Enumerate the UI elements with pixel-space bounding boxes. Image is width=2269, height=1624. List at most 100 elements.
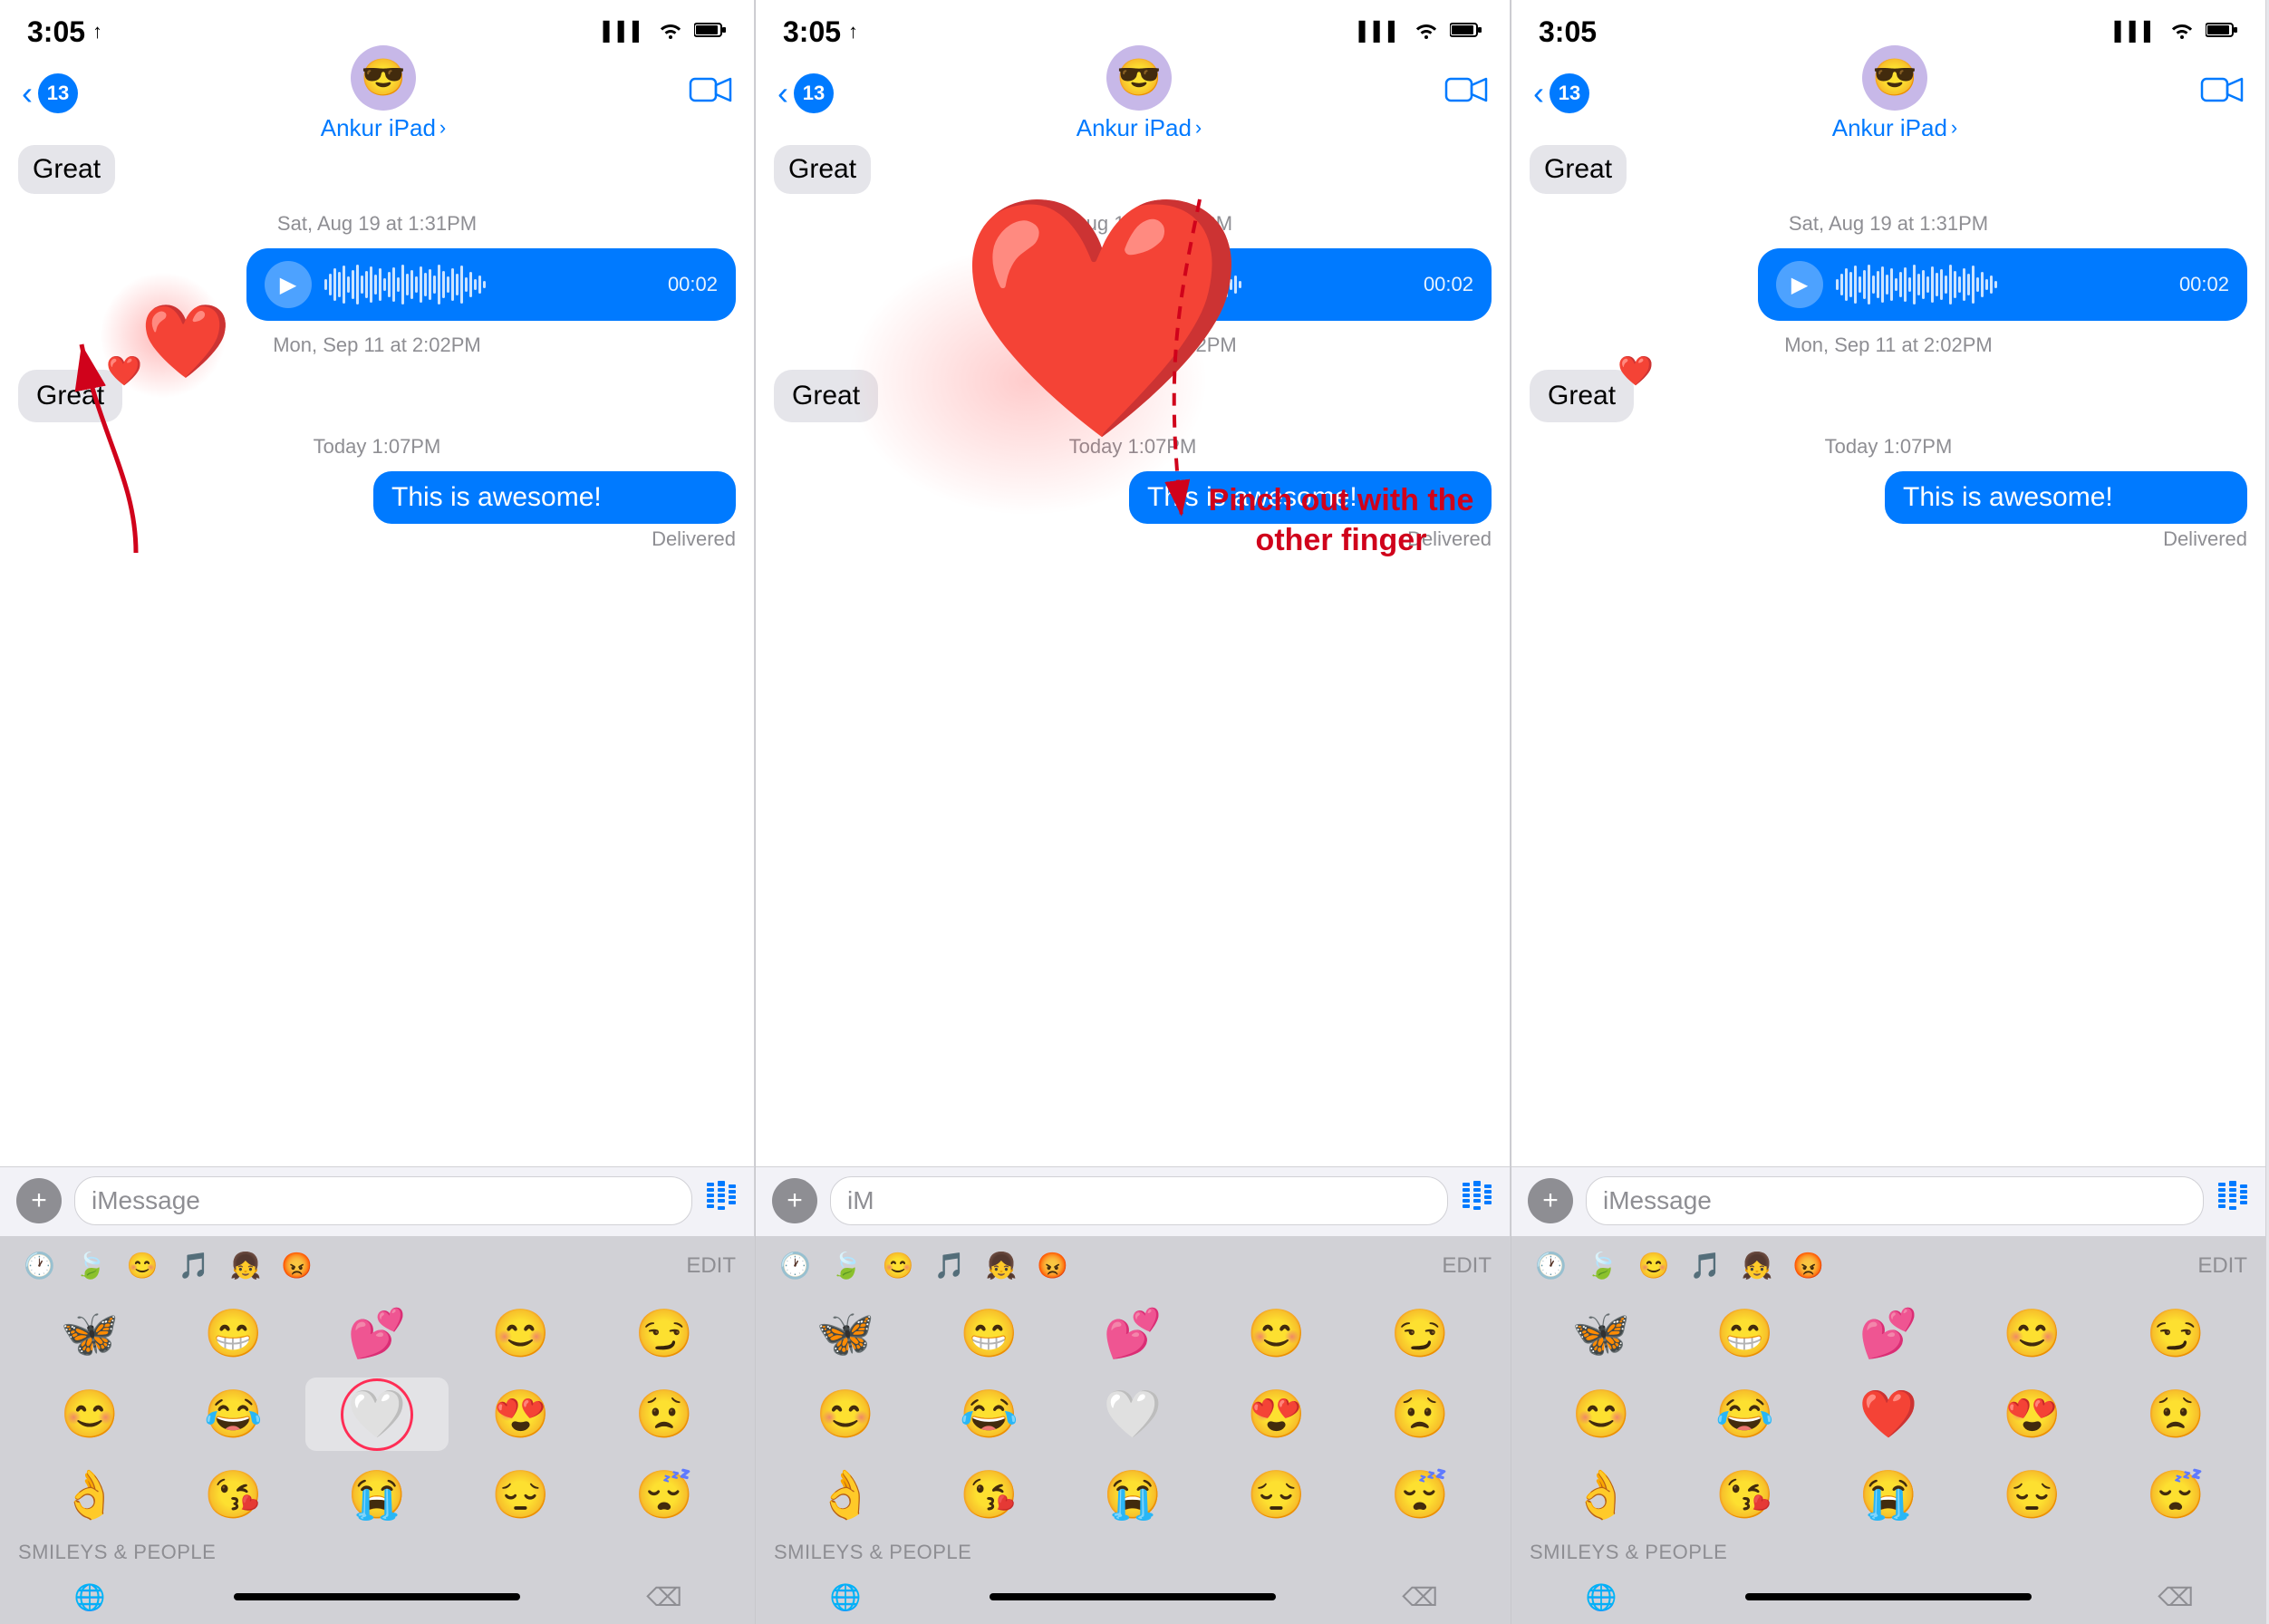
emoji-butterfly-3[interactable]: 🦋: [1530, 1297, 1673, 1370]
emoji-smile-3[interactable]: 😊: [1960, 1297, 2103, 1370]
message-input-2[interactable]: iM: [830, 1176, 1448, 1225]
emoji-kiss-2[interactable]: 😘: [917, 1458, 1060, 1532]
kb-delete-3[interactable]: ⌫: [2104, 1582, 2247, 1612]
kb-globe-1[interactable]: 🌐: [18, 1582, 161, 1612]
emoji-red-heart-3[interactable]: ❤️: [1817, 1378, 1960, 1451]
emoji-ok-3[interactable]: 👌: [1530, 1458, 1673, 1532]
emoji-worried-1[interactable]: 😟: [593, 1378, 736, 1451]
video-call-button-3[interactable]: [2200, 73, 2244, 114]
emoji-hearts-2[interactable]: 💕: [1061, 1297, 1204, 1370]
audio-bubble-1[interactable]: ▶ 00:02: [246, 248, 736, 321]
emoji-worried-3[interactable]: 😟: [2104, 1378, 2247, 1451]
emoji-slight-smile-1[interactable]: 😊: [18, 1378, 161, 1451]
emoji-ok-2[interactable]: 👌: [774, 1458, 917, 1532]
mic-button-2[interactable]: [1461, 1181, 1493, 1221]
back-chevron-1: ‹: [22, 74, 33, 112]
emoji-grin-2[interactable]: 😁: [917, 1297, 1060, 1370]
kb-globe-3[interactable]: 🌐: [1530, 1582, 1673, 1612]
kb-delete-1[interactable]: ⌫: [593, 1582, 736, 1612]
location-arrow-2: ↑: [848, 20, 858, 44]
emoji-grin-1[interactable]: 😁: [161, 1297, 304, 1370]
back-chevron-2: ‹: [777, 74, 788, 112]
mic-button-3[interactable]: [2216, 1181, 2249, 1221]
emoji-tab-smileys-1[interactable]: 😊: [121, 1245, 164, 1286]
emoji-ok-1[interactable]: 👌: [18, 1458, 161, 1532]
edit-button-3[interactable]: EDIT: [2197, 1253, 2247, 1279]
emoji-smile-1[interactable]: 😊: [449, 1297, 592, 1370]
emoji-cry-3[interactable]: 😭: [1817, 1458, 1960, 1532]
emoji-tab-nature-3[interactable]: 🍃: [1581, 1245, 1624, 1286]
emoji-tab-music-3[interactable]: 🎵: [1685, 1245, 1727, 1286]
plus-button-3[interactable]: +: [1528, 1178, 1573, 1223]
emoji-smile-2[interactable]: 😊: [1204, 1297, 1347, 1370]
phone-panel-3: 3:05 ▌▌▌ ‹ 13 😎 Ankur iPad ›: [1511, 0, 2266, 1624]
message-input-1[interactable]: iMessage: [74, 1176, 692, 1225]
status-icons-1: ▌▌▌: [603, 21, 727, 44]
emoji-tab-smileys-2[interactable]: 😊: [877, 1245, 920, 1286]
emoji-kiss-1[interactable]: 😘: [161, 1458, 304, 1532]
emoji-laugh-3[interactable]: 😂: [1673, 1378, 1816, 1451]
back-button-1[interactable]: ‹ 13: [22, 73, 78, 113]
plus-button-2[interactable]: +: [772, 1178, 817, 1223]
mic-button-1[interactable]: [705, 1181, 738, 1221]
emoji-sleep-3[interactable]: 😴: [2104, 1458, 2247, 1532]
play-button-1[interactable]: ▶: [265, 261, 312, 308]
emoji-tab-recent-1[interactable]: 🕐: [18, 1245, 61, 1286]
message-input-3[interactable]: iMessage: [1586, 1176, 2204, 1225]
emoji-heart-eyes-1[interactable]: 😍: [449, 1378, 592, 1451]
emoji-tab-angry-2[interactable]: 😡: [1031, 1245, 1074, 1286]
emoji-worried-2[interactable]: 😟: [1348, 1378, 1492, 1451]
emoji-smirk-1[interactable]: 😏: [593, 1297, 736, 1370]
waveform-1: [324, 265, 655, 304]
audio-bubble-3[interactable]: ▶ 00:02: [1758, 248, 2247, 321]
emoji-tab-recent-3[interactable]: 🕐: [1530, 1245, 1572, 1286]
emoji-tab-people-3[interactable]: 👧: [1736, 1245, 1779, 1286]
emoji-cry-1[interactable]: 😭: [305, 1458, 449, 1532]
emoji-heart-eyes-2[interactable]: 😍: [1204, 1378, 1347, 1451]
emoji-tab-angry-1[interactable]: 😡: [275, 1245, 318, 1286]
back-button-3[interactable]: ‹ 13: [1533, 73, 1589, 113]
emoji-kiss-3[interactable]: 😘: [1673, 1458, 1816, 1532]
emoji-tab-nature-1[interactable]: 🍃: [70, 1245, 112, 1286]
emoji-laugh-1[interactable]: 😂: [161, 1378, 304, 1451]
emoji-pensive-1[interactable]: 😔: [449, 1458, 592, 1532]
edit-button-1[interactable]: EDIT: [686, 1253, 736, 1279]
emoji-grin-3[interactable]: 😁: [1673, 1297, 1816, 1370]
emoji-white-heart-2[interactable]: 🤍: [1061, 1378, 1204, 1451]
emoji-tab-music-2[interactable]: 🎵: [929, 1245, 971, 1286]
emoji-pensive-2[interactable]: 😔: [1204, 1458, 1347, 1532]
emoji-sleep-1[interactable]: 😴: [593, 1458, 736, 1532]
emoji-hearts-3[interactable]: 💕: [1817, 1297, 1960, 1370]
video-call-button-1[interactable]: [689, 73, 732, 114]
emoji-hearts-1[interactable]: 💕: [305, 1297, 449, 1370]
emoji-cry-2[interactable]: 😭: [1061, 1458, 1204, 1532]
emoji-laugh-2[interactable]: 😂: [917, 1378, 1060, 1451]
emoji-tab-people-1[interactable]: 👧: [225, 1245, 267, 1286]
emoji-slight-smile-2[interactable]: 😊: [774, 1378, 917, 1451]
emoji-butterfly-2[interactable]: 🦋: [774, 1297, 917, 1370]
emoji-tab-angry-3[interactable]: 😡: [1787, 1245, 1830, 1286]
emoji-tab-nature-2[interactable]: 🍃: [826, 1245, 868, 1286]
annotation-dashed-arrow-2: [1109, 181, 1290, 544]
plus-button-1[interactable]: +: [16, 1178, 62, 1223]
emoji-smirk-2[interactable]: 😏: [1348, 1297, 1492, 1370]
video-call-button-2[interactable]: [1444, 73, 1488, 114]
emoji-white-heart-1[interactable]: 🤍: [305, 1378, 449, 1451]
emoji-tab-music-1[interactable]: 🎵: [173, 1245, 216, 1286]
time-display-3: 3:05: [1539, 15, 1597, 49]
emoji-butterfly-1[interactable]: 🦋: [18, 1297, 161, 1370]
emoji-tab-people-2[interactable]: 👧: [980, 1245, 1023, 1286]
kb-globe-2[interactable]: 🌐: [774, 1582, 917, 1612]
emoji-smirk-3[interactable]: 😏: [2104, 1297, 2247, 1370]
emoji-tab-recent-2[interactable]: 🕐: [774, 1245, 816, 1286]
input-area-1: + iMessage: [0, 1166, 754, 1236]
emoji-slight-smile-3[interactable]: 😊: [1530, 1378, 1673, 1451]
kb-delete-2[interactable]: ⌫: [1348, 1582, 1492, 1612]
back-button-2[interactable]: ‹ 13: [777, 73, 834, 113]
edit-button-2[interactable]: EDIT: [1442, 1253, 1492, 1279]
play-button-3[interactable]: ▶: [1776, 261, 1823, 308]
emoji-tab-smileys-3[interactable]: 😊: [1633, 1245, 1675, 1286]
emoji-pensive-3[interactable]: 😔: [1960, 1458, 2103, 1532]
emoji-heart-eyes-3[interactable]: 😍: [1960, 1378, 2103, 1451]
emoji-sleep-2[interactable]: 😴: [1348, 1458, 1492, 1532]
